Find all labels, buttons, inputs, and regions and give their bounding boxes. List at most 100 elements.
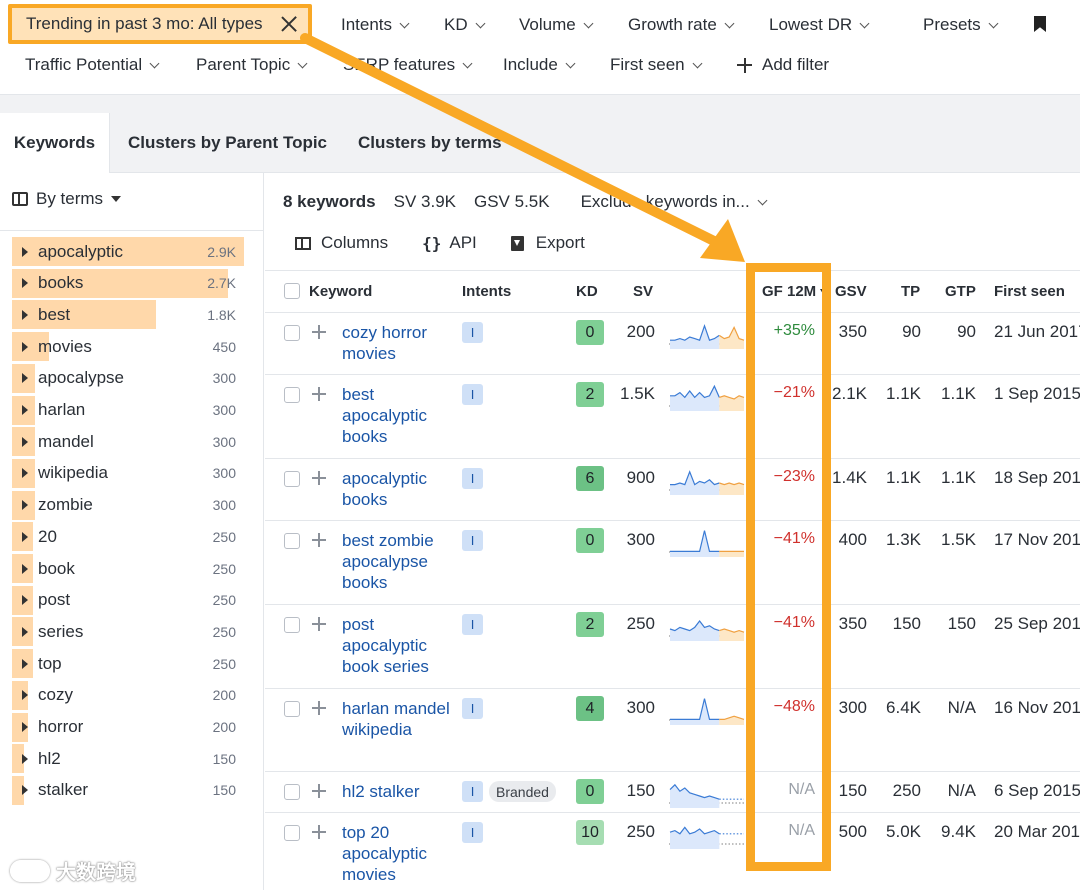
col-first-seen[interactable]: First seen xyxy=(994,271,1065,312)
add-to-list-icon[interactable] xyxy=(312,617,326,631)
add-to-list-icon[interactable] xyxy=(312,701,326,715)
filter-include[interactable]: Include xyxy=(503,45,576,85)
by-terms-dropdown[interactable]: By terms xyxy=(12,189,122,209)
sidebar-term-item[interactable]: book 250 xyxy=(12,554,244,583)
sv-value: 300 xyxy=(626,698,655,717)
table-row[interactable]: harlan mandel wikipedia I 4 300 −48% 300 6.4K N… xyxy=(265,689,1080,772)
sidebar-term-item[interactable]: post 250 xyxy=(12,585,244,615)
sidebar-term-item[interactable]: apocalypse 300 xyxy=(12,363,244,393)
sidebar-term-item[interactable]: wikipedia 300 xyxy=(12,458,244,488)
gtp-value: 1.1K xyxy=(941,384,976,403)
row-checkbox[interactable] xyxy=(284,387,300,403)
table-row[interactable]: best apocalyptic books I 2 1.5K −21% 2.1K 1.1K… xyxy=(265,375,1080,459)
table-row[interactable]: top 20 apocalyptic movies I 10 250 N/A 500 5.0… xyxy=(265,813,1080,890)
row-checkbox[interactable] xyxy=(284,325,300,341)
add-to-list-icon[interactable] xyxy=(312,825,326,839)
filter-volume[interactable]: Volume xyxy=(519,5,594,45)
keyword-link[interactable]: top 20 apocalyptic movies xyxy=(342,822,452,885)
table-row[interactable]: hl2 stalker I Branded 0 150 N/A 150 250 N/A 6 Sep… xyxy=(265,772,1080,813)
row-checkbox[interactable] xyxy=(284,471,300,487)
sidebar-term-item[interactable]: series 250 xyxy=(12,617,244,647)
branded-badge: Branded xyxy=(489,781,556,802)
table-row[interactable]: post apocalyptic book series I 2 250 −41% 350… xyxy=(265,605,1080,689)
col-gtp[interactable]: GTP xyxy=(945,271,976,312)
keyword-link[interactable]: post apocalyptic book series xyxy=(342,614,452,677)
row-checkbox[interactable] xyxy=(284,617,300,633)
select-all-checkbox[interactable] xyxy=(284,283,300,299)
col-sv[interactable]: SV xyxy=(633,271,653,312)
presets-dropdown[interactable]: Presets xyxy=(923,5,999,45)
row-checkbox[interactable] xyxy=(284,701,300,717)
add-to-list-icon[interactable] xyxy=(312,784,326,798)
col-intents[interactable]: Intents xyxy=(462,271,511,312)
table-row[interactable]: cozy horror movies I 0 200 +35% 350 90 90 21 Jun… xyxy=(265,313,1080,375)
filter-first-seen[interactable]: First seen xyxy=(610,45,703,85)
col-gsv[interactable]: GSV xyxy=(835,271,867,312)
sidebar-term-item[interactable]: hl2 150 xyxy=(12,744,244,774)
add-to-list-icon[interactable] xyxy=(312,325,326,339)
term-label: cozy xyxy=(38,685,73,705)
columns-button[interactable]: Columns xyxy=(295,233,388,253)
sidebar-term-item[interactable]: books 2.7K xyxy=(12,268,244,298)
braces-icon: {} xyxy=(422,233,442,253)
sidebar-term-item[interactable]: cozy 200 xyxy=(12,680,244,710)
sidebar-term-item[interactable]: mandel 300 xyxy=(12,427,244,457)
first-seen-value: 18 Sep 2015 xyxy=(994,468,1080,487)
chevron-down-icon xyxy=(859,18,870,28)
api-button[interactable]: {} API xyxy=(422,233,477,253)
keyword-link[interactable]: best apocalyptic books xyxy=(342,384,452,447)
sidebar-term-item[interactable]: zombie 300 xyxy=(12,490,244,520)
tab-keywords[interactable]: Keywords xyxy=(0,113,110,173)
row-checkbox[interactable] xyxy=(284,784,300,800)
col-tp[interactable]: TP xyxy=(901,271,920,312)
table-row[interactable]: best zombie apocalypse books I 0 300 −41% 400… xyxy=(265,521,1080,605)
filter-traffic-potential[interactable]: Traffic Potential xyxy=(25,45,160,85)
row-checkbox[interactable] xyxy=(284,825,300,841)
filter-lowest-dr[interactable]: Lowest DR xyxy=(769,5,870,45)
filter-intents[interactable]: Intents xyxy=(341,5,410,45)
sidebar-term-item[interactable]: best 1.8K xyxy=(12,300,244,330)
watermark-logo-icon xyxy=(10,859,50,882)
sidebar-term-item[interactable]: harlan 300 xyxy=(12,395,244,425)
caret-right-icon xyxy=(22,563,28,574)
export-button[interactable]: Export xyxy=(510,233,585,253)
close-icon[interactable] xyxy=(278,13,300,35)
table-row[interactable]: apocalyptic books I 6 900 −23% 1.4K 1.1K 1.1K 18… xyxy=(265,459,1080,521)
kd-badge: 0 xyxy=(576,779,604,804)
term-label: apocalyptic xyxy=(38,241,124,261)
sidebar-term-item[interactable]: top 250 xyxy=(12,649,244,679)
filter-parent-topic[interactable]: Parent Topic xyxy=(196,45,308,85)
tab-clusters-terms[interactable]: Clusters by terms xyxy=(358,113,502,173)
sidebar-term-item[interactable]: movies 450 xyxy=(12,332,244,362)
table-header: Keyword Intents KD SV GF 12M GSV TP GTP … xyxy=(265,270,1080,313)
add-to-list-icon[interactable] xyxy=(312,387,326,401)
tab-clusters-parent-topic[interactable]: Clusters by Parent Topic xyxy=(128,113,327,173)
tp-value: 1.1K xyxy=(886,384,921,403)
sidebar-term-item[interactable]: stalker 150 xyxy=(12,775,244,805)
first-seen-value: 21 Jun 2017 xyxy=(994,322,1080,341)
trending-filter-chip[interactable]: Trending in past 3 mo: All types xyxy=(8,4,312,44)
keyword-link[interactable]: apocalyptic books xyxy=(342,468,452,510)
bookmark-icon[interactable] xyxy=(1034,16,1046,32)
filter-growth-rate[interactable]: Growth rate xyxy=(628,5,735,45)
filter-kd[interactable]: KD xyxy=(444,5,486,45)
col-kd[interactable]: KD xyxy=(576,271,598,312)
keyword-link[interactable]: cozy horror movies xyxy=(342,322,452,364)
kd-badge: 0 xyxy=(576,320,604,345)
add-filter-button[interactable]: Add filter xyxy=(737,45,829,85)
trend-sparkline xyxy=(669,530,745,557)
filter-serp-features[interactable]: SERP features xyxy=(343,45,473,85)
sidebar-term-item[interactable]: apocalyptic 2.9K xyxy=(12,237,244,266)
sidebar-term-item[interactable]: horror 200 xyxy=(12,712,244,742)
keyword-link[interactable]: best zombie apocalypse books xyxy=(342,530,452,593)
exclude-dropdown[interactable]: Exclude keywords in... xyxy=(581,192,768,212)
add-to-list-icon[interactable] xyxy=(312,533,326,547)
keyword-link[interactable]: hl2 stalker xyxy=(342,781,452,802)
gtp-value: N/A xyxy=(947,781,976,800)
add-to-list-icon[interactable] xyxy=(312,471,326,485)
col-keyword[interactable]: Keyword xyxy=(309,271,372,312)
keyword-link[interactable]: harlan mandel wikipedia xyxy=(342,698,452,740)
first-seen-value: 20 Mar 2019 xyxy=(994,822,1080,841)
sidebar-term-item[interactable]: 20 250 xyxy=(12,522,244,552)
row-checkbox[interactable] xyxy=(284,533,300,549)
